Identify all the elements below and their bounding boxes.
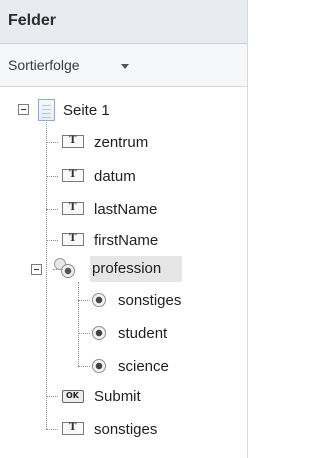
tree-node-label: lastName [94,201,158,218]
button-icon: OK [62,390,84,403]
text-field-icon: T [62,135,84,148]
text-field-icon: T [62,169,84,182]
tree-node-radio-button[interactable]: science [88,354,228,380]
tree-node-label: sonstiges [118,292,182,309]
sort-bar: Sortierfolge [0,44,248,87]
tree-node-page[interactable]: Seite 1 [18,98,168,124]
page-icon [38,99,55,121]
radio-group-icon [54,258,76,280]
text-field-icon: T [62,422,84,435]
fields-tree: Seite 1 T zentrum T datum T lastName T f… [0,87,247,458]
tree-node-field[interactable]: T datum [56,164,206,190]
collapse-icon[interactable] [18,104,29,115]
radio-button-icon [92,293,106,307]
tree-node-radio-button[interactable]: sonstiges [88,288,228,314]
tree-node-field[interactable]: T zentrum [56,130,206,156]
tree-node-label: sonstiges [94,421,158,438]
tree-node-label: datum [94,168,136,185]
panel-header: Felder [0,0,248,44]
tree-line [78,282,79,366]
sort-order-dropdown[interactable]: Sortierfolge [8,57,80,73]
radio-button-icon [92,326,106,340]
panel-border [247,0,248,458]
tree-node-field[interactable]: T sonstiges [56,417,206,443]
tree-node-radio-button[interactable]: student [88,321,228,347]
panel-title: Felder [8,12,57,29]
tree-node-label: Submit [94,388,141,405]
tree-node-label: zentrum [94,134,149,151]
tree-node-field[interactable]: T firstName [56,228,206,254]
fields-panel: Felder Sortierfolge Seite 1 T zentrum T … [0,0,248,458]
tree-node-field[interactable]: T lastName [56,197,206,223]
text-field-icon: T [62,202,84,215]
text-field-icon: T [62,233,84,246]
tree-node-label: profession [92,260,162,277]
tree-node-label: student [118,325,168,342]
chevron-down-icon[interactable] [121,64,129,69]
tree-node-label: firstName [94,232,159,249]
collapse-icon[interactable] [31,264,42,275]
radio-button-icon [92,359,106,373]
tree-node-label: Seite 1 [63,102,110,119]
tree-node-radio-group[interactable]: profession [31,256,201,282]
tree-node-label: science [118,358,169,375]
tree-node-button[interactable]: OK Submit [56,384,206,410]
